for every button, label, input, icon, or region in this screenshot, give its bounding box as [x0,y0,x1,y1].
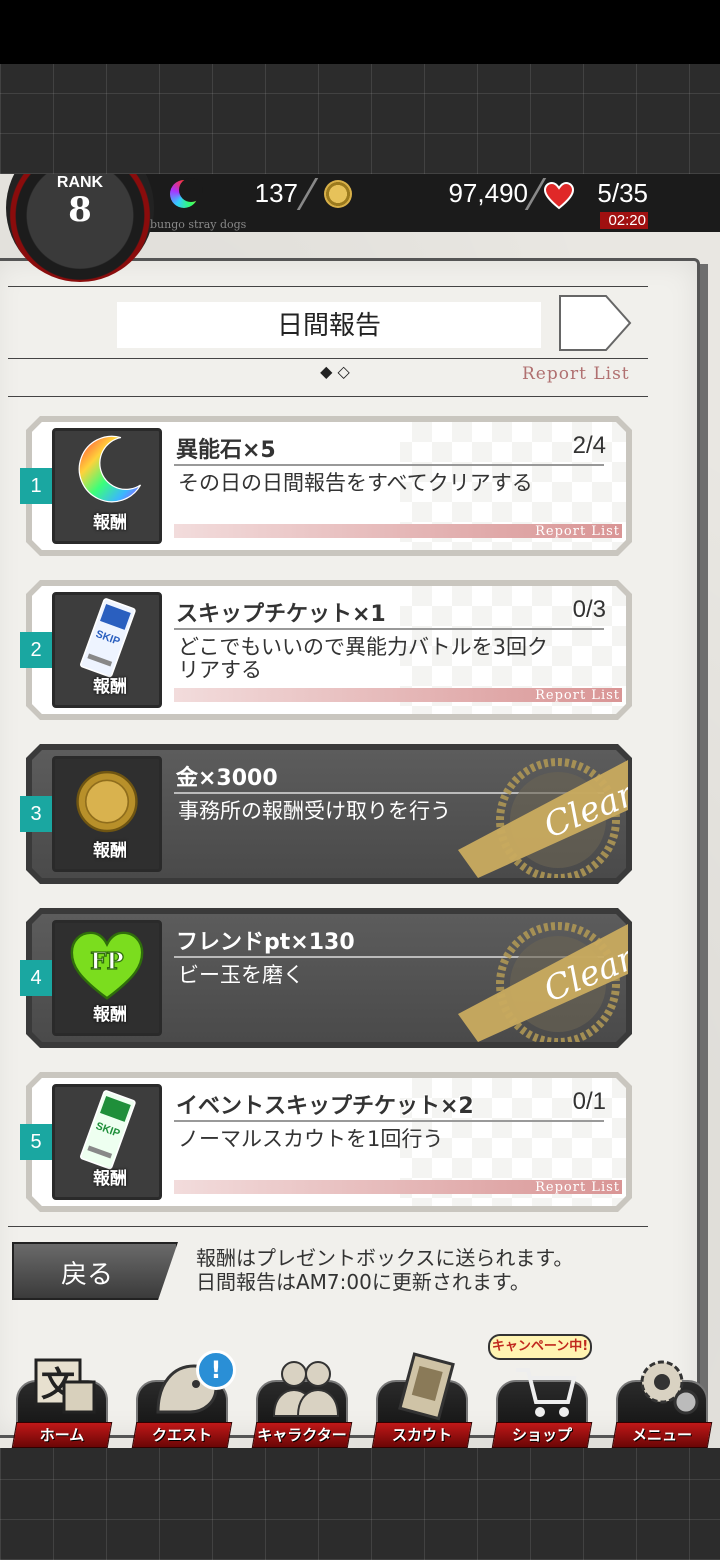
notice-line-2: 日間報告はAM7:00に更新されます。 [196,1270,530,1294]
mission-number: 5 [20,1124,52,1160]
back-button[interactable]: 戻る [12,1242,178,1300]
clear-seal-icon: Clear [458,758,628,878]
next-page-arrow-icon[interactable] [558,294,632,352]
divider [174,464,604,466]
reward-tag: 報酬 [93,677,127,697]
mission-description: どこでもいいので異能力バトルを3回クリアする [178,635,548,682]
mission-description: ノーマルスカウトを1回行う [178,1127,444,1151]
campaign-badge: キャンペーン中! [488,1334,592,1360]
coin-icon [324,180,352,208]
bottom-nav: 文 ホーム クエスト キャラクター スカウト ショップ メニュー [0,1344,720,1448]
screen: RANK 8 137 97,490 5/35 02:20 bungo stray… [0,0,720,1560]
report-list-label: Report List [535,524,620,539]
people-icon [272,1361,340,1417]
divider [174,1120,604,1122]
reward-name: フレンドpt×130 [176,930,355,955]
reward-tag: 報酬 [93,1169,127,1189]
reward-name: スキップチケット×1 [176,602,386,627]
mission-description: その日の日間報告をすべてクリアする [178,471,533,495]
mission-number: 2 [20,632,52,668]
book-icon [398,1352,455,1421]
ability-stone-icon [170,178,203,208]
back-button-label: 戻る [60,1260,113,1290]
divider [174,628,604,630]
nav-quest-label: クエスト [151,1426,212,1444]
hp-timer: 02:20 [600,212,648,229]
report-list-label: Report List [522,364,630,384]
nav-scout[interactable]: スカウト [368,1352,473,1448]
reward-tag: 報酬 [93,1005,127,1025]
nav-menu-label: メニュー [631,1426,692,1444]
reward-name: 金×3000 [176,766,278,791]
divider [8,358,648,359]
mission-number: 3 [20,796,52,832]
divider [8,396,648,397]
nav-home-label: ホーム [39,1426,85,1444]
mission-progress: 0/1 [572,1088,606,1115]
reward-name: 異能石×5 [176,438,276,463]
shopping-cart-icon [516,1368,577,1417]
mission-card[interactable]: SKIP 報酬 5 イベントスキップチケット×2 0/1 ノーマルスカウトを1回… [20,1072,632,1212]
coin-count: 97,490 [448,178,528,208]
brand-subtitle: bungo stray dogs [150,218,247,231]
gear-icon [640,1360,699,1415]
scrollbar[interactable] [700,264,708,1422]
quest-alert-badge: ! [196,1350,236,1390]
nav-character[interactable]: キャラクター [248,1352,353,1448]
fp-text: FP [90,948,123,975]
game-area: RANK 8 137 97,490 5/35 02:20 bungo stray… [0,174,720,1448]
notice-line-1: 報酬はプレゼントボックスに送られます。 [196,1246,574,1270]
nav-home[interactable]: 文 ホーム [8,1352,113,1448]
mission-card-cleared[interactable]: 報酬 3 金×3000 事務所の報酬受け取りを行う Clear [20,744,632,884]
stone-count: 137 [254,178,298,208]
clear-seal-icon: Clear [458,922,628,1042]
rank-value: 8 [68,190,92,230]
mission-card[interactable]: 報酬 1 異能石×5 2/4 その日の日間報告をすべてクリアする Report … [20,416,632,556]
home-kanji-icon: 文 [34,1358,96,1414]
divider [8,1226,648,1227]
report-list-label: Report List [535,688,620,703]
page-indicator: ◆ ◇ [320,362,350,381]
hp-count: 5/35 [597,178,648,208]
notice-text: 報酬はプレゼントボックスに送られます。 日間報告はAM7:00に更新されます。 [196,1246,573,1294]
nav-menu[interactable]: メニュー [608,1352,713,1448]
reward-tag: 報酬 [93,841,127,861]
nav-shop-label: ショップ [511,1426,572,1444]
mission-progress: 0/3 [572,596,606,623]
bottom-system-band [0,1448,720,1560]
mission-card[interactable]: SKIP 報酬 2 スキップチケット×1 0/3 どこでもいいので異能力バトルを… [20,580,632,720]
report-list-label: Report List [535,1180,620,1195]
nav-shop[interactable]: ショップ [488,1352,593,1448]
reward-tag: 報酬 [93,513,127,533]
top-system-band [0,64,720,174]
heart-icon [544,182,574,210]
reward-name: イベントスキップチケット×2 [176,1094,474,1119]
mission-card-cleared[interactable]: FP 報酬 4 フレンドpt×130 ビー玉を磨く Clear [20,908,632,1048]
nav-character-label: キャラクター [257,1426,347,1444]
divider [8,286,648,287]
page-title: 日間報告 [276,311,381,341]
mission-number: 4 [20,960,52,996]
nav-scout-label: スカウト [391,1426,452,1444]
mission-progress: 2/4 [572,432,606,459]
mission-number: 1 [20,468,52,504]
